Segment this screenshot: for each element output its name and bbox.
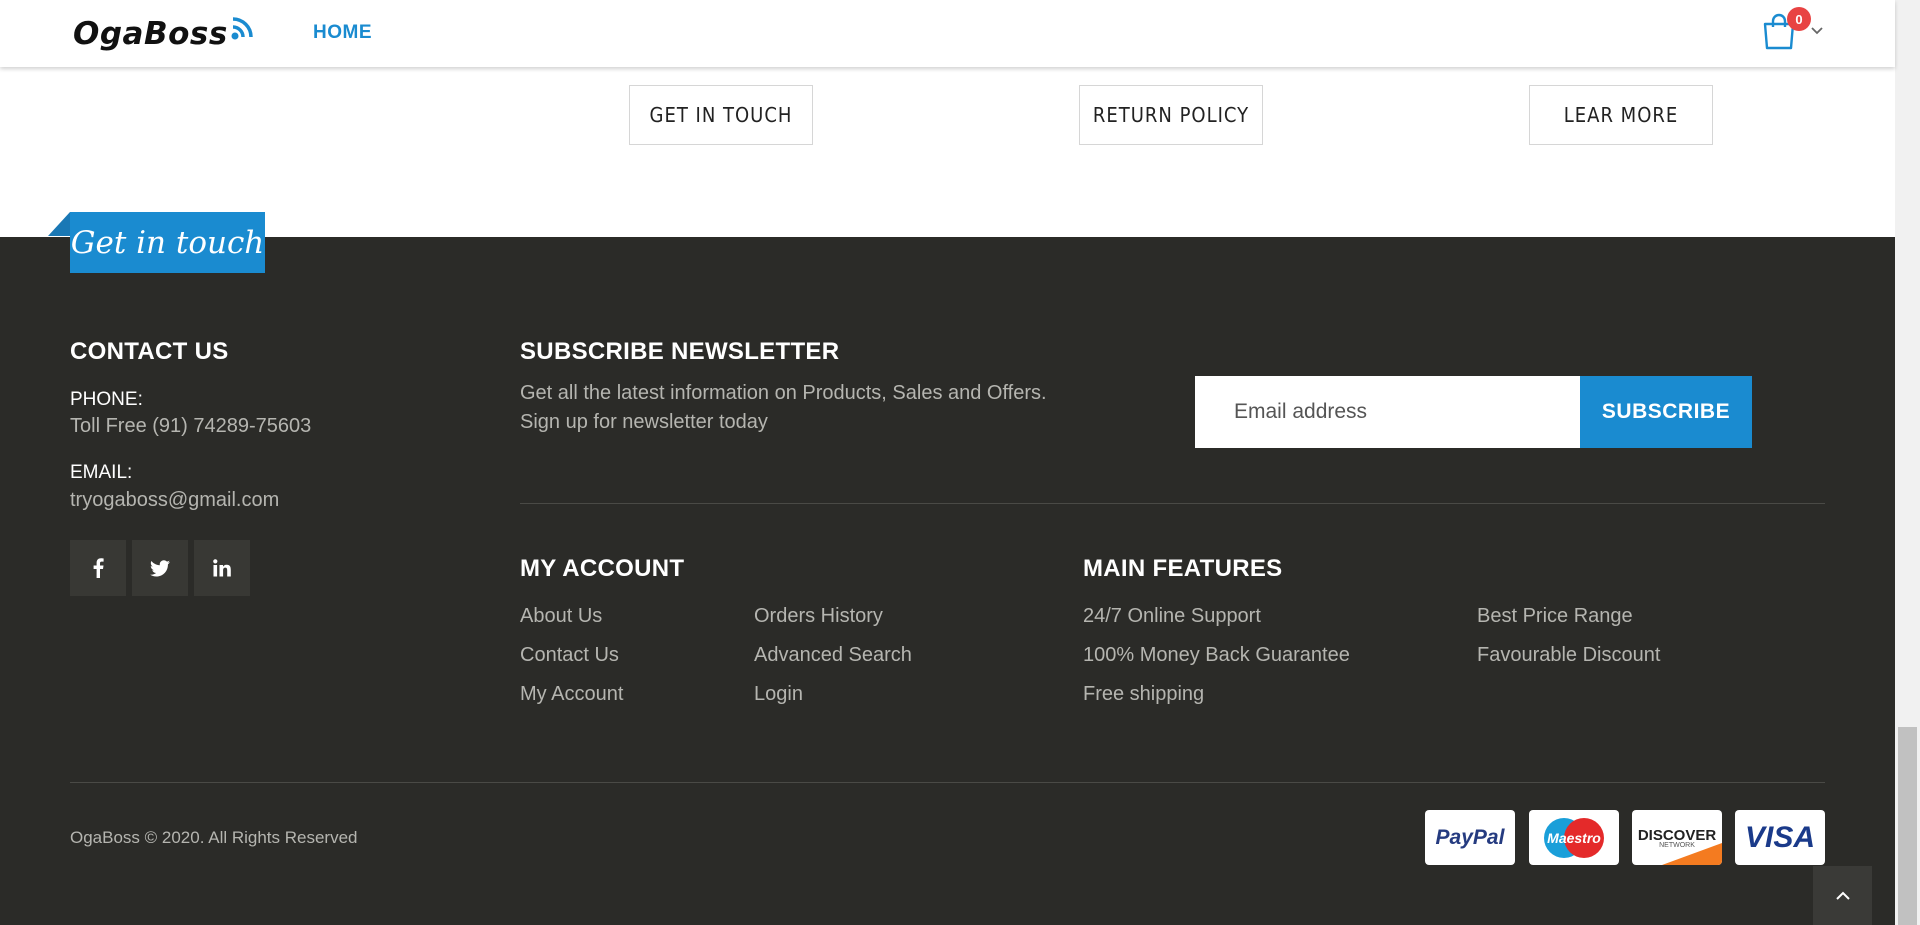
- wifi-icon: [230, 16, 258, 46]
- twitter-icon: [150, 559, 170, 576]
- site-header: OgaBoss HOME 0: [0, 0, 1895, 67]
- logo-text: OgaBoss: [73, 16, 228, 52]
- maestro-card-icon: Maestro: [1529, 810, 1619, 865]
- return-policy-button[interactable]: RETURN POLICY: [1079, 85, 1263, 145]
- email-label: EMAIL:: [70, 462, 133, 483]
- paypal-card-icon: PayPal: [1425, 810, 1515, 865]
- phone-label: PHONE:: [70, 389, 143, 410]
- cart-count-badge: 0: [1787, 7, 1811, 31]
- link-login[interactable]: Login: [754, 683, 803, 706]
- nav-home-link[interactable]: HOME: [313, 22, 372, 44]
- cart-button[interactable]: 0: [1762, 7, 1824, 52]
- logo[interactable]: OgaBoss: [73, 14, 258, 54]
- link-my-account[interactable]: My Account: [520, 683, 623, 706]
- maestro-label: Maestro: [1547, 829, 1601, 846]
- newsletter-line-1: Get all the latest information on Produc…: [520, 382, 1047, 404]
- linkedin-button[interactable]: [194, 540, 250, 596]
- subscribe-button[interactable]: SUBSCRIBE: [1580, 376, 1752, 448]
- linkedin-icon: [213, 559, 231, 577]
- chevron-up-icon: [1835, 891, 1850, 900]
- newsletter-line-2: Sign up for newsletter today: [520, 411, 768, 433]
- visa-card-icon: VISA: [1735, 810, 1825, 865]
- newsletter-email-input[interactable]: [1195, 376, 1580, 448]
- discover-card-icon: DISCOVER NETWORK: [1632, 810, 1722, 865]
- get-in-touch-tab: Get in touch: [70, 212, 265, 273]
- feature-money-back[interactable]: 100% Money Back Guarantee: [1083, 644, 1350, 667]
- feature-online-support[interactable]: 24/7 Online Support: [1083, 605, 1261, 628]
- scrollbar-thumb[interactable]: [1898, 727, 1917, 925]
- visa-label: VISA: [1744, 820, 1816, 854]
- chevron-down-icon: [1811, 27, 1823, 35]
- facebook-button[interactable]: [70, 540, 126, 596]
- paypal-label: PayPal: [1435, 825, 1505, 849]
- link-contact-us[interactable]: Contact Us: [520, 644, 619, 667]
- footer-bottom-divider: [70, 782, 1825, 783]
- facebook-icon: [93, 558, 104, 578]
- twitter-button[interactable]: [132, 540, 188, 596]
- footer-divider: [520, 503, 1825, 504]
- link-orders-history[interactable]: Orders History: [754, 605, 883, 628]
- feature-best-price[interactable]: Best Price Range: [1477, 605, 1633, 628]
- get-in-touch-button[interactable]: GET IN TOUCH: [629, 85, 813, 145]
- back-to-top-button[interactable]: [1813, 866, 1872, 925]
- tab-fold: [48, 212, 70, 236]
- phone-value: Toll Free (91) 74289-75603: [70, 415, 312, 437]
- feature-favourable-discount[interactable]: Favourable Discount: [1477, 644, 1660, 667]
- main-features-heading: MAIN FEATURES: [1083, 555, 1283, 582]
- contact-heading: CONTACT US: [70, 338, 229, 365]
- my-account-heading: MY ACCOUNT: [520, 555, 685, 582]
- link-about-us[interactable]: About Us: [520, 605, 602, 628]
- email-value[interactable]: tryogaboss@gmail.com: [70, 489, 279, 512]
- learn-more-button[interactable]: LEAR MORE: [1529, 85, 1713, 145]
- link-advanced-search[interactable]: Advanced Search: [754, 644, 912, 667]
- feature-free-shipping[interactable]: Free shipping: [1083, 683, 1204, 706]
- newsletter-heading: SUBSCRIBE NEWSLETTER: [520, 338, 840, 365]
- copyright-text: OgaBoss © 2020. All Rights Reserved: [70, 828, 358, 847]
